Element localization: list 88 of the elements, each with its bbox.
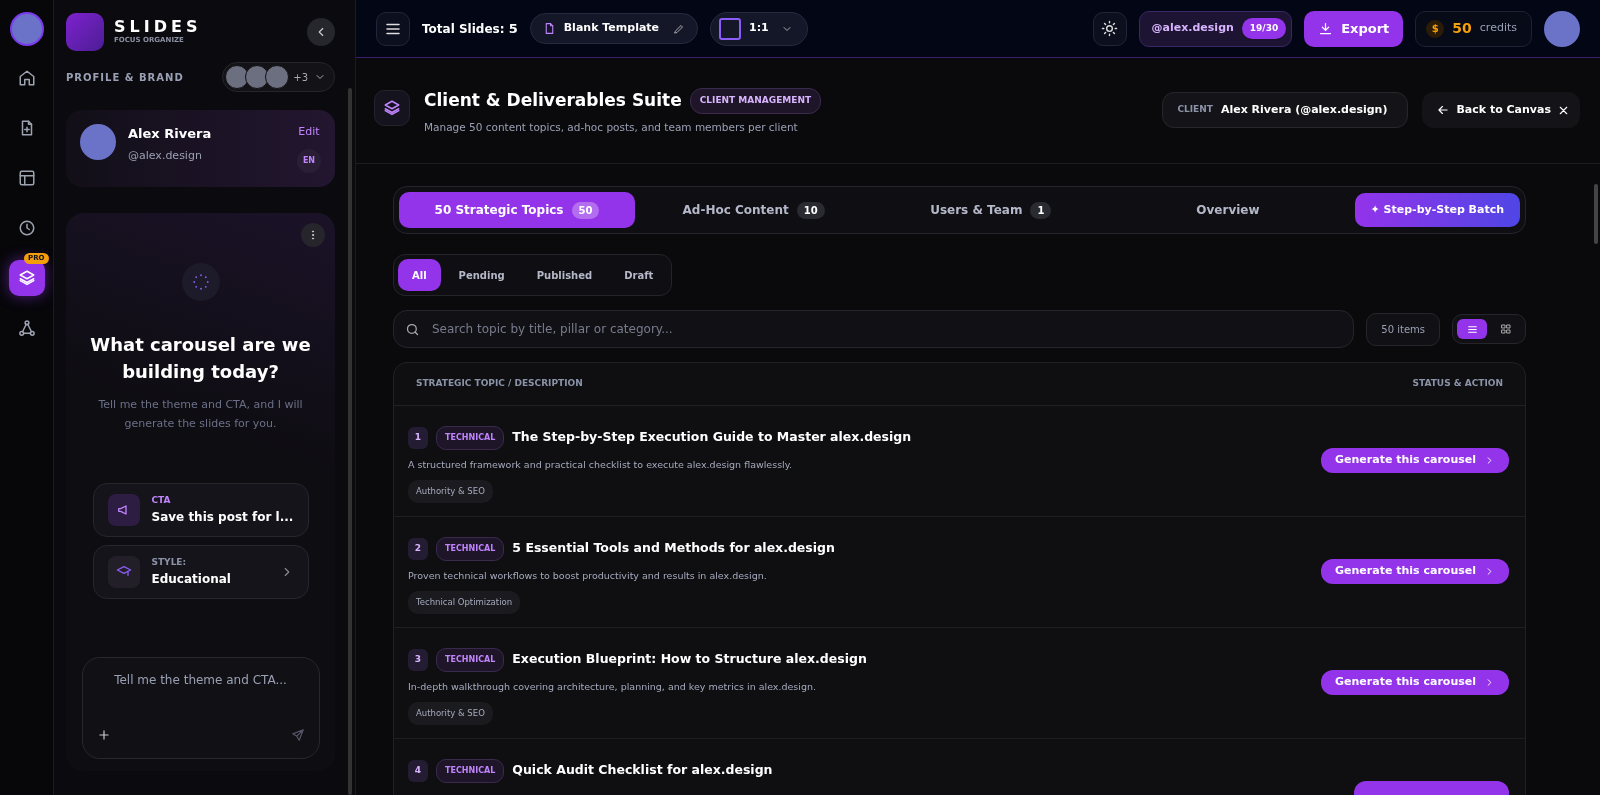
filter-tab[interactable]: Pending xyxy=(444,259,519,291)
row-number: 4 xyxy=(408,759,428,782)
topic-tag: TECHNICAL xyxy=(436,758,505,783)
layers-icon xyxy=(383,99,401,117)
category-tag: Technical Optimization xyxy=(408,590,521,614)
row-number: 1 xyxy=(408,426,428,449)
topic-title: Execution Blueprint: How to Structure alex.design xyxy=(512,650,867,669)
template-button[interactable]: Blank Template xyxy=(529,13,699,44)
topic-tag: TECHNICAL xyxy=(436,425,505,450)
profile-name: Alex Rivera xyxy=(128,125,213,143)
layers-button[interactable] xyxy=(8,260,45,296)
theme-toggle[interactable] xyxy=(1092,11,1127,46)
batch-button[interactable]: ✦ Step-by-Step Batch xyxy=(1354,193,1520,227)
usage-badge: 19/30 xyxy=(1241,17,1287,40)
filter-tab[interactable]: All xyxy=(398,259,441,291)
network-icon xyxy=(17,319,36,337)
item-count: 50 items xyxy=(1366,312,1440,346)
app-logo xyxy=(66,13,104,51)
generate-button[interactable]: Generate this carousel xyxy=(1321,669,1509,695)
search-icon xyxy=(405,322,420,337)
grid-icon xyxy=(1500,323,1512,335)
list-view-button[interactable] xyxy=(1457,319,1487,339)
topic-description: A structured framework and practical checklist to execute alex.design flawlessly. xyxy=(408,457,794,472)
column-header: STRATEGIC TOPIC / DESCRIPTION xyxy=(416,377,583,390)
user-avatar[interactable] xyxy=(9,12,44,46)
profile-avatar xyxy=(80,124,116,160)
arrow-left-icon xyxy=(1436,103,1451,117)
total-slides-label: Total Slides: 5 xyxy=(422,19,518,38)
page-title: Client & Deliverables Suite xyxy=(424,89,682,112)
column-header: STATUS & ACTION xyxy=(1412,377,1503,390)
tab[interactable]: Users & Team 1 xyxy=(872,192,1110,228)
topic-title: Quick Audit Checklist for alex.design xyxy=(512,761,773,780)
brand-name: SLIDES xyxy=(114,18,202,35)
download-icon xyxy=(1318,21,1334,36)
category-tag: Authority & SEO xyxy=(408,701,493,725)
topic-description: Proven technical workflows to boost productivity and results in alex.design. xyxy=(408,568,768,583)
topic-tag: TECHNICAL xyxy=(436,647,505,672)
generate-button[interactable]: Generate this carousel xyxy=(1321,558,1509,584)
option-label: STYLE: xyxy=(151,556,188,570)
topic-tag: TECHNICAL xyxy=(436,536,505,561)
layout-icon xyxy=(17,169,36,187)
home-icon xyxy=(17,69,36,87)
menu-button[interactable] xyxy=(376,11,410,46)
assistant-heading: What carousel are we building today? xyxy=(89,332,312,384)
team-avatars[interactable]: +3 xyxy=(222,62,335,92)
scrollbar[interactable] xyxy=(1594,184,1598,244)
layers-icon xyxy=(17,269,36,287)
send-icon xyxy=(290,727,305,742)
tab[interactable]: 50 Strategic Topics 50 xyxy=(399,192,635,228)
option-value: Educational xyxy=(151,570,232,588)
sun-icon xyxy=(1101,20,1119,37)
category-badge: CLIENT MANAGEMENT xyxy=(689,88,822,114)
back-button[interactable]: Back to Canvas xyxy=(1422,92,1580,128)
filter-tab[interactable]: Published xyxy=(522,259,607,291)
assistant-subtitle: Tell me the theme and CTA, and I will generate the slides for you. xyxy=(97,396,304,432)
currency-symbol: $ xyxy=(1426,19,1445,38)
tab[interactable]: Overview xyxy=(1109,192,1347,228)
tab[interactable]: Ad-Hoc Content 10 xyxy=(635,192,873,228)
generate-button[interactable]: Generate this carousel xyxy=(1321,447,1509,473)
page-description: Manage 50 content topics, ad-hoc posts, and team members per client xyxy=(424,119,799,135)
export-button[interactable]: Export xyxy=(1304,10,1404,47)
category-tag: Authority & SEO xyxy=(408,479,493,503)
cta-option[interactable]: CTA Save this post for l... xyxy=(92,483,309,537)
clock-icon xyxy=(17,219,36,237)
topic-title: The Step-by-Step Execution Guide to Master alex.design xyxy=(512,428,912,447)
credits-value: 50 xyxy=(1452,19,1472,38)
account-button[interactable]: @alex.design 19/30 xyxy=(1138,10,1293,47)
section-label: PROFILE & BRAND xyxy=(66,70,184,85)
filter-tab[interactable]: Draft xyxy=(610,259,668,291)
topic-title: 5 Essential Tools and Methods for alex.design xyxy=(512,539,835,558)
search-field[interactable]: Search topic by title, pillar or category... xyxy=(393,310,1355,348)
ratio-dropdown[interactable]: 1:1 xyxy=(710,11,808,46)
row-number: 3 xyxy=(408,648,428,671)
scrollbar[interactable] xyxy=(348,88,352,795)
style-option[interactable]: STYLE: Educational xyxy=(92,545,309,599)
row-number: 2 xyxy=(408,537,428,560)
profile-handle: @alex.design xyxy=(128,147,203,164)
option-value: Save this post for l... xyxy=(151,508,294,526)
credits-label: credits xyxy=(1479,20,1517,37)
client-selector[interactable]: CLIENT Alex Rivera (@alex.design) xyxy=(1162,92,1409,128)
plus-icon xyxy=(96,727,111,742)
edit-link[interactable]: Edit xyxy=(298,124,320,141)
message-field[interactable]: Tell me the theme and CTA... xyxy=(96,670,305,690)
user-avatar[interactable] xyxy=(1544,10,1580,47)
option-label: CTA xyxy=(151,494,172,508)
pencil-icon xyxy=(673,22,686,35)
topic-description: In-depth walkthrough covering architecture, planning, and key metrics in alex.design. xyxy=(408,679,817,694)
language-badge[interactable]: EN xyxy=(297,148,321,173)
